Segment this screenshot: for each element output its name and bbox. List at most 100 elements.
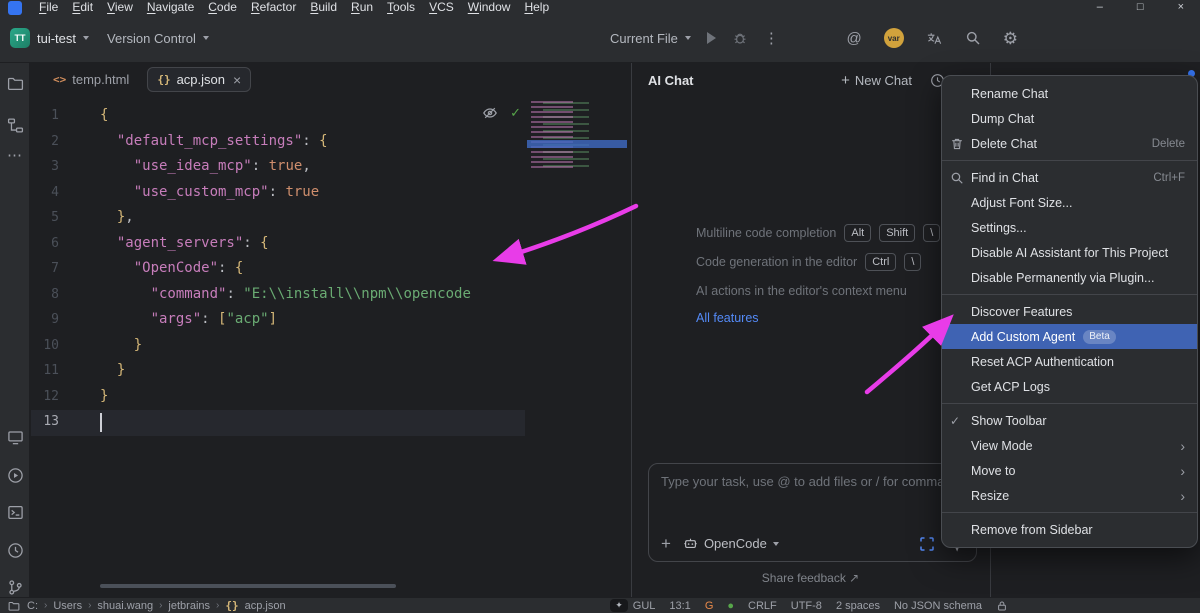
menu-item-adjust-font-size[interactable]: Adjust Font Size... [942,190,1197,215]
chat-input-box[interactable]: + OpenCode [648,463,977,562]
run-configuration-selector[interactable]: Current File [610,31,691,46]
close-tab-icon[interactable]: × [233,73,241,87]
run-button[interactable] [707,32,716,44]
breadcrumb-item[interactable]: jetbrains [168,600,210,612]
menu-item-remove-from-sidebar[interactable]: Remove from Sidebar [942,517,1197,542]
project-selector[interactable]: TT tui-test [10,28,89,48]
menu-refactor[interactable]: Refactor [244,0,303,14]
code-line-11[interactable]: 11 } [31,359,630,385]
tab-acp-json[interactable]: {}acp.json× [147,67,251,92]
menu-item-show-toolbar[interactable]: ✓Show Toolbar [942,408,1197,433]
line-number[interactable]: 11 [31,363,59,378]
menu-help[interactable]: Help [517,0,556,14]
code-editor[interactable]: 1{2 "default_mcp_settings": {3 "use_idea… [31,104,630,436]
code-line-8[interactable]: 8 "command": "E:\\install\\npm\\opencode [31,283,630,309]
menu-item-dump-chat[interactable]: Dump Chat [942,106,1197,131]
menu-item-add-custom-agent[interactable]: Add Custom AgentBeta [942,324,1197,349]
share-feedback-link[interactable]: Share feedback ↗ [632,571,989,585]
menu-item-rename-chat[interactable]: Rename Chat [942,81,1197,106]
run-icon[interactable] [3,463,27,487]
line-number[interactable]: 3 [31,159,59,174]
code-line-2[interactable]: 2 "default_mcp_settings": { [31,130,630,156]
code-line-12[interactable]: 12} [31,385,630,411]
breadcrumb-file[interactable]: acp.json [245,600,286,612]
status-2-spaces[interactable]: 2 spaces [836,600,880,612]
chat-text-input[interactable] [661,474,964,489]
status-lock[interactable] [996,600,1008,612]
menu-item-disable-ai-assistant-for-this-project[interactable]: Disable AI Assistant for This Project [942,240,1197,265]
menu-item-delete-chat[interactable]: Delete ChatDelete [942,131,1197,156]
horizontal-scrollbar[interactable] [100,584,396,588]
line-number[interactable]: 10 [31,338,59,353]
var-plugin-badge[interactable]: var [884,28,904,48]
menu-item-disable-permanently-via-plugin[interactable]: Disable Permanently via Plugin... [942,265,1197,290]
breadcrumb-item[interactable]: shuai.wang [97,600,153,612]
minimize-button[interactable]: – [1097,1,1103,13]
close-button[interactable]: × [1178,1,1184,13]
menu-vcs[interactable]: VCS [422,0,461,14]
line-number[interactable]: 2 [31,134,59,149]
menu-item-view-mode[interactable]: View Mode› [942,433,1197,458]
git-branch-icon[interactable] [3,575,27,599]
debug-icon[interactable] [732,30,748,46]
breadcrumb-item[interactable]: C: [27,600,38,612]
screenshot-frame-icon[interactable] [919,536,935,552]
code-line-7[interactable]: 7 "OpenCode": { [31,257,630,283]
line-number[interactable]: 1 [31,108,59,123]
status-gul[interactable]: ✦GUL [610,599,655,612]
status-green-status-dot[interactable]: ● [727,600,734,612]
code-line-10[interactable]: 10 } [31,334,630,360]
menu-item-reset-acp-authentication[interactable]: Reset ACP Authentication [942,349,1197,374]
monitor-icon[interactable] [3,425,27,449]
line-number[interactable]: 7 [31,261,59,276]
line-number[interactable]: 12 [31,389,59,404]
code-line-4[interactable]: 4 "use_custom_mcp": true [31,181,630,207]
menu-view[interactable]: View [100,0,140,14]
structure-icon[interactable] [3,113,27,137]
attach-plus-icon[interactable]: + [661,535,671,552]
folder-icon[interactable] [3,71,27,95]
terminal-icon[interactable] [3,500,27,524]
status-crlf[interactable]: CRLF [748,600,777,612]
menu-item-discover-features[interactable]: Discover Features [942,299,1197,324]
tab-temp-html[interactable]: <>temp.html [43,67,139,92]
menu-run[interactable]: Run [344,0,380,14]
translate-icon[interactable] [926,30,943,47]
menu-file[interactable]: File [32,0,65,14]
agent-selector[interactable]: OpenCode [683,536,779,551]
line-number[interactable]: 5 [31,210,59,225]
history-icon[interactable] [3,538,27,562]
menu-edit[interactable]: Edit [65,0,100,14]
search-icon[interactable] [965,30,981,46]
new-chat-button[interactable]: + New Chat [841,73,912,88]
code-line-9[interactable]: 9 "args": ["acp"] [31,308,630,334]
line-number[interactable]: 8 [31,287,59,302]
line-number[interactable]: 9 [31,312,59,327]
status-13-1[interactable]: 13:1 [669,600,690,612]
menu-build[interactable]: Build [303,0,344,14]
menu-item-settings[interactable]: Settings... [942,215,1197,240]
menu-item-resize[interactable]: Resize› [942,483,1197,508]
status-no-json-schema[interactable]: No JSON schema [894,600,982,612]
line-number[interactable]: 4 [31,185,59,200]
code-line-3[interactable]: 3 "use_idea_mcp": true, [31,155,630,181]
all-features-link[interactable]: All features [696,311,759,325]
menu-navigate[interactable]: Navigate [140,0,201,14]
more-icon[interactable]: ⋯ [3,143,27,167]
code-line-6[interactable]: 6 "agent_servers": { [31,232,630,258]
code-line-1[interactable]: 1{ [31,104,630,130]
maximize-button[interactable]: □ [1137,1,1144,13]
code-line-5[interactable]: 5 }, [31,206,630,232]
mentions-icon[interactable]: @ [847,30,862,47]
status-utf-8[interactable]: UTF-8 [791,600,822,612]
line-number[interactable]: 6 [31,236,59,251]
menu-code[interactable]: Code [201,0,244,14]
breadcrumb-item[interactable]: Users [53,600,82,612]
menu-item-move-to[interactable]: Move to› [942,458,1197,483]
status-g-indicator[interactable]: G [705,600,714,612]
menu-tools[interactable]: Tools [380,0,422,14]
settings-gear-icon[interactable]: ⚙ [1003,30,1018,47]
line-number[interactable]: 13 [31,414,59,429]
menu-item-get-acp-logs[interactable]: Get ACP Logs [942,374,1197,399]
more-run-options-icon[interactable]: ⋮ [764,29,779,47]
